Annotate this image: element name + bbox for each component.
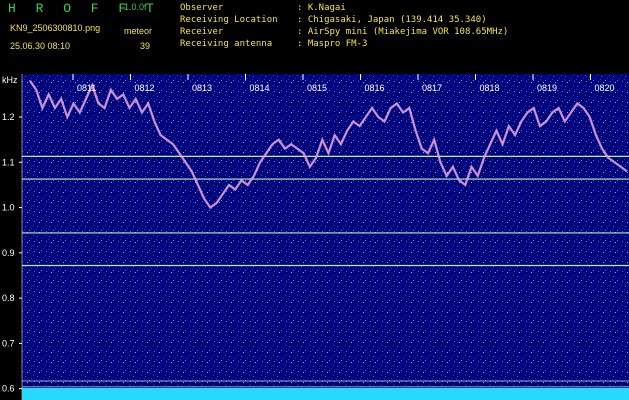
time-label: 0813 (192, 83, 212, 93)
time-label: 0817 (422, 83, 442, 93)
file-name: KN9_2506300810.png (10, 23, 101, 33)
y-tick-label: 0.9 (2, 248, 15, 258)
y-tick-label: 0.7 (2, 338, 15, 348)
location-value: : Chigasaki, Japan (139.414 35.340) (297, 15, 487, 25)
version-label: 1.0.0f (124, 2, 147, 12)
time-label: 0814 (250, 83, 270, 93)
location-label: Receiving Location (180, 15, 278, 25)
y-tick-label: 0.6 (2, 384, 15, 394)
frequency-axis: kHz 1.2 1.1 1.0 0.9 0.8 0.7 0.6 (2, 74, 23, 400)
antenna-label: Receiving antenna (180, 39, 273, 49)
receiver-label: Receiver (180, 27, 224, 37)
time-label: 0811 (77, 83, 96, 93)
event-count: 39 (140, 41, 151, 51)
waterfall-svg: 0811 0812 0813 0814 0815 0816 0817 0818 0819 0820… (2, 74, 629, 400)
time-label: 0815 (307, 83, 327, 93)
y-tick-label: 1.2 (2, 112, 15, 122)
observer-label: Observer (180, 3, 224, 13)
mode-label: meteor (124, 26, 153, 36)
waterfall-spectrogram: 0811 0812 0813 0814 0815 0816 0817 0818 0819 0820… (0, 74, 629, 400)
time-label: 0819 (537, 83, 557, 93)
y-tick-label: 1.0 (2, 203, 15, 213)
time-label: 0812 (135, 83, 155, 93)
y-axis-unit: kHz (2, 75, 18, 85)
observer-value: : K.Nagai (297, 3, 346, 13)
y-tick-label: 0.8 (2, 293, 15, 303)
timestamp: 25.06.30 08:10 (10, 41, 71, 51)
time-label: 0818 (480, 83, 500, 93)
time-label: 0820 (595, 83, 615, 93)
noise-floor-band (22, 388, 629, 400)
receiver-value: : AirSpy mini (Miakejima VOR 108.65MHz) (297, 27, 509, 37)
header-panel: H R O F F T 1.0.0f KN9_2506300810.png me… (0, 0, 629, 74)
antenna-value: : Maspro FM-3 (297, 39, 368, 49)
y-tick-label: 1.1 (2, 157, 15, 167)
time-label: 0816 (365, 83, 385, 93)
